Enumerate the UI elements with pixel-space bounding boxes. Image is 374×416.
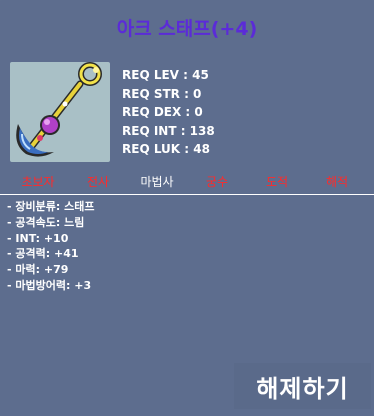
- stat-magic: - 마력: +79: [7, 263, 69, 277]
- item-tooltip: 아크 스태프(+4) REQ LEV : 45 REQ STR : 0 REQ …: [0, 0, 374, 416]
- stats-list: - 장비분류: 스태프 - 공격속도: 느림 - INT: +10 - 공격력:…: [7, 199, 94, 294]
- job-warrior: 전사: [86, 175, 110, 189]
- job-thief: 도적: [265, 175, 289, 189]
- job-list: 초보자 전사 마법사 궁수 도적 해적: [0, 173, 374, 191]
- staff-icon: [16, 62, 102, 157]
- stat-int: - INT: +10: [7, 231, 69, 245]
- req-dex: REQ DEX : 0: [122, 105, 203, 119]
- item-icon-frame: [10, 62, 110, 162]
- stat-category: - 장비분류: 스태프: [7, 200, 95, 213]
- job-pirate: 해적: [325, 175, 349, 189]
- divider: [0, 194, 374, 195]
- requirements-list: REQ LEV : 45 REQ STR : 0 REQ DEX : 0 REQ…: [122, 66, 215, 159]
- stat-attack-speed: - 공격속도: 느림: [7, 215, 85, 229]
- req-str: REQ STR : 0: [122, 86, 202, 101]
- release-button[interactable]: 해제하기: [234, 363, 371, 409]
- job-magician: 마법사: [140, 175, 174, 189]
- item-title: 아크 스태프(+4): [116, 18, 258, 40]
- req-level: REQ LEV : 45: [122, 68, 209, 82]
- job-beginner: 초보자: [21, 175, 55, 189]
- job-archer: 궁수: [205, 175, 229, 189]
- stat-attack: - 공격력: +41: [7, 247, 79, 261]
- req-int: REQ INT : 138: [122, 123, 215, 138]
- req-luk: REQ LUK : 48: [122, 142, 210, 156]
- stat-magic-defense: - 마법방어력: +3: [7, 278, 92, 292]
